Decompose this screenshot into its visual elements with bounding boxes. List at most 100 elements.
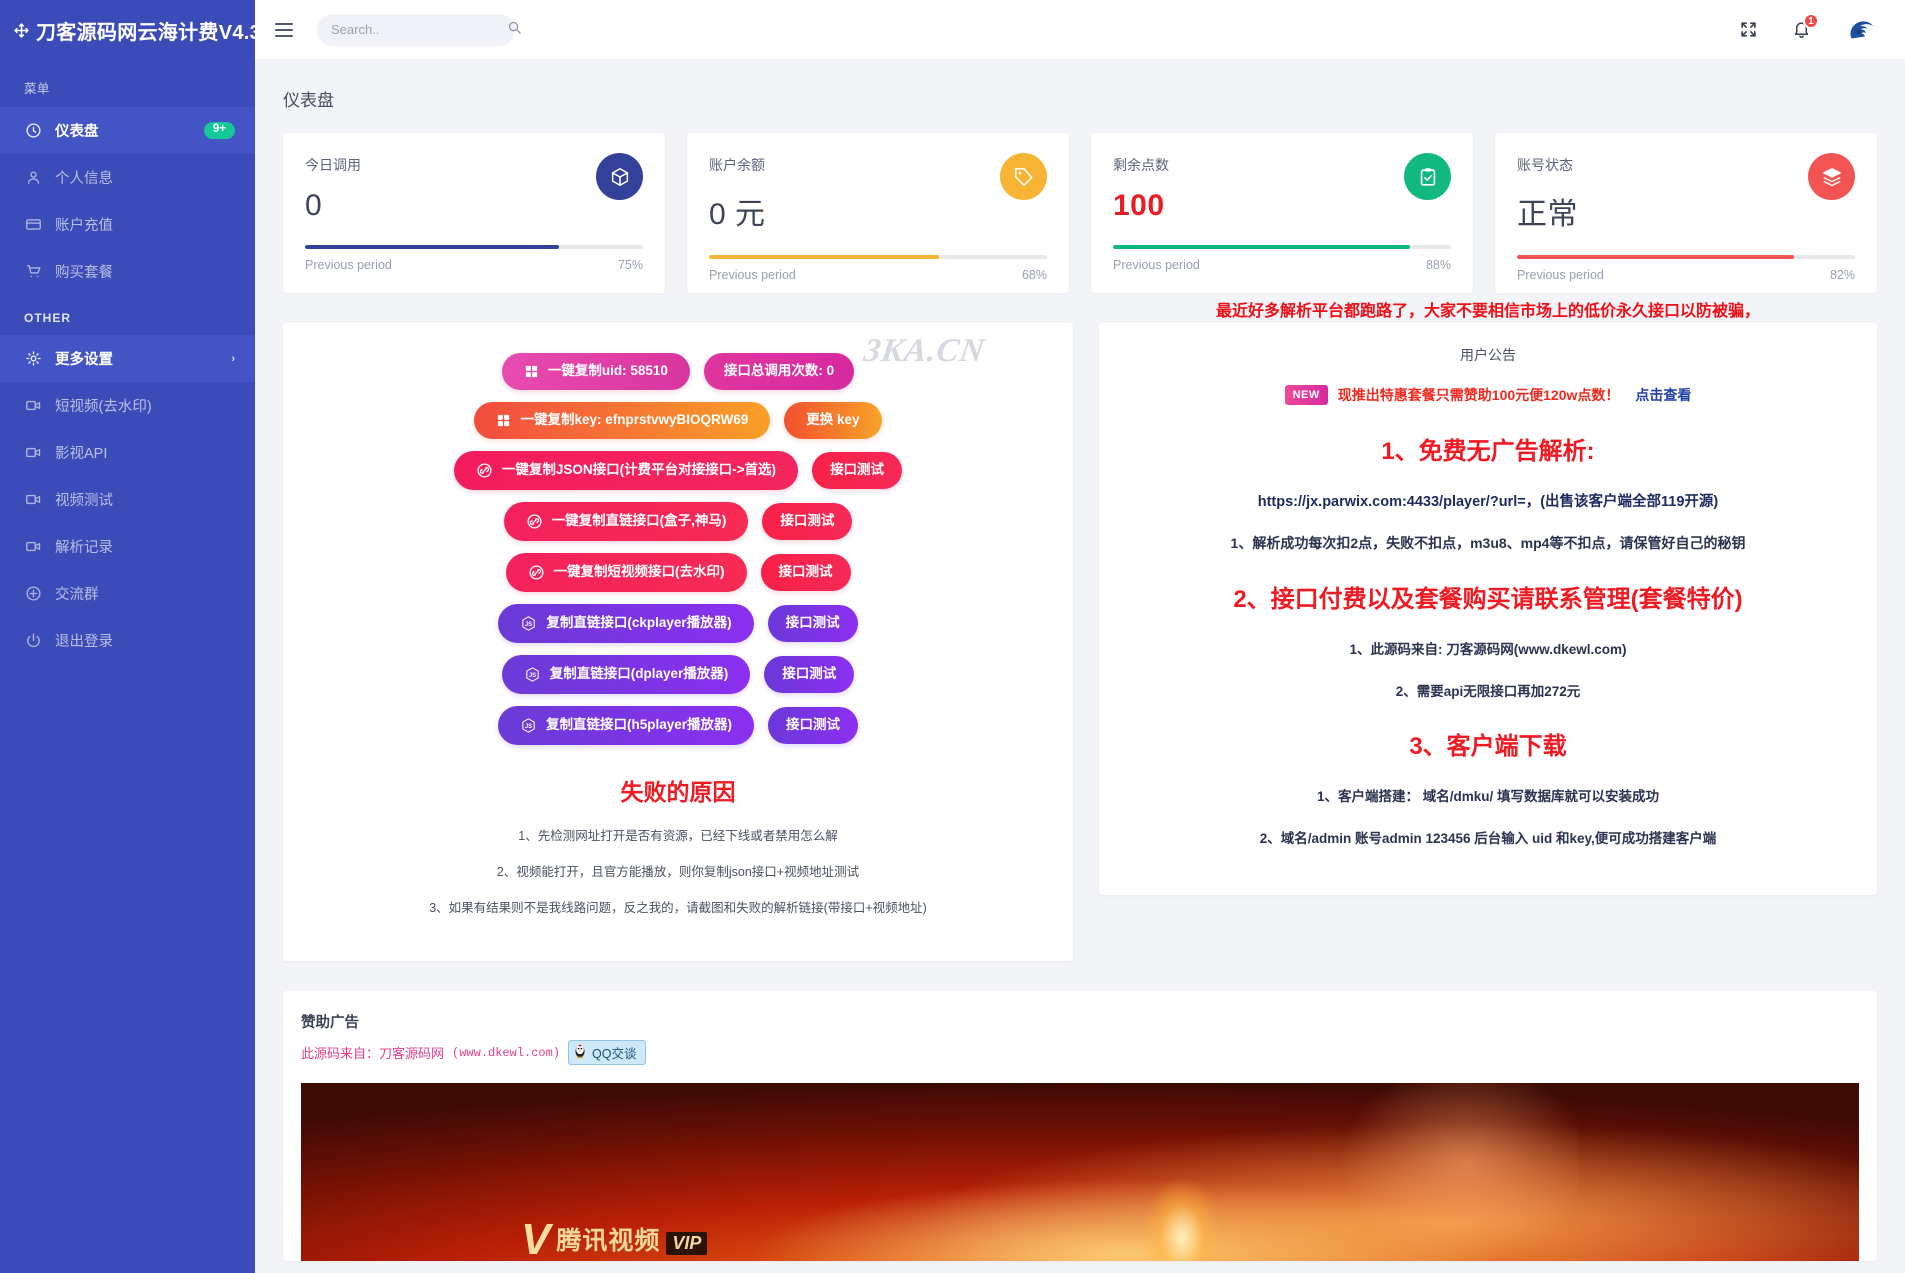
sidebar-section-other: OTHER [24, 311, 71, 325]
sidebar-item-profile[interactable]: 个人信息 [0, 154, 255, 201]
stat-card-account-status: 账号状态 正常 Previous period 82% [1495, 133, 1877, 293]
qq-chat-button[interactable]: QQ交谈 [568, 1040, 646, 1065]
progress-track [1517, 255, 1855, 259]
sidebar-item-logout[interactable]: 退出登录 [0, 617, 255, 664]
card-icon [24, 216, 42, 234]
button-label: 复制直链接口(dplayer播放器) [549, 666, 729, 682]
sidebar-item-more-settings[interactable]: 更多设置 › [0, 335, 255, 382]
stat-value: 100 [1113, 189, 1165, 222]
stat-title: 账号状态 [1517, 157, 1573, 173]
progress-label-right: 68% [1021, 268, 1047, 282]
video-icon [24, 397, 42, 415]
fullscreen-icon[interactable] [1739, 20, 1758, 39]
sidebar-item-dashboard[interactable]: 仪表盘 9+ [0, 107, 255, 154]
progress-track [1113, 245, 1451, 249]
ad-banner-face [1278, 1083, 1579, 1261]
link-icon [528, 564, 545, 581]
api-test-button[interactable]: 接口测试 [760, 554, 851, 591]
sidebar-item-movie-api[interactable]: 影视API [0, 429, 255, 476]
sidebar-item-parse-records[interactable]: 解析记录 [0, 523, 255, 570]
plus-circle-icon [24, 585, 42, 603]
copy-h5player-link-button[interactable]: JS 复制直链接口(h5player播放器) [497, 706, 755, 745]
total-calls-button[interactable]: 接口总调用次数: 0 [703, 353, 855, 390]
js-icon: JS [520, 615, 537, 632]
button-label: 一键复制直链接口(盒子,神马) [551, 513, 727, 529]
sidebar: 刀客源码网云海计费V4.3 菜单 仪表盘 9+ 个人信息 账户充值 购买套餐 O… [0, 0, 255, 1273]
sidebar-item-label: 退出登录 [55, 634, 113, 650]
copy-uid-button[interactable]: 一键复制uid: 58510 [501, 353, 690, 390]
search-icon[interactable] [507, 20, 522, 40]
announcement-h1: 1、免费无广告解析: [1381, 438, 1595, 465]
bell-icon[interactable]: 1 [1792, 13, 1819, 39]
announcement-text: 1、解析成功每次扣2点，失败不扣点，m3u8、mp4等不扣点，请保管好自己的秘钥 [1230, 535, 1746, 551]
copy-dplayer-link-button[interactable]: JS 复制直链接口(dplayer播放器) [501, 655, 751, 694]
video-icon [24, 491, 42, 509]
tool-row: 一键复制uid: 58510 接口总调用次数: 0 [303, 353, 1053, 390]
sidebar-item-label: 更多设置 [55, 352, 113, 368]
js-icon: JS [520, 717, 537, 734]
sidebar-item-recharge[interactable]: 账户充值 [0, 201, 255, 248]
promo-row: NEW 现推出特惠套餐只需赞助100元便120w点数！ 点击查看 [1099, 385, 1877, 405]
promo-link[interactable]: 点击查看 [1635, 385, 1691, 405]
sidebar-item-short-video[interactable]: 短视频(去水印) [0, 382, 255, 429]
api-test-button[interactable]: 接口测试 [762, 503, 853, 540]
copy-direct-link-button[interactable]: 一键复制直链接口(盒子,神马) [503, 502, 749, 541]
page-title: 仪表盘 [283, 91, 334, 110]
sidebar-item-label: 个人信息 [55, 171, 113, 187]
ad-source-text: 此源码来自：刀客源码网 [301, 1046, 445, 1061]
move-icon [12, 21, 31, 40]
announcement-h1: 2、接口付费以及套餐购买请联系管理(套餐特价) [1233, 586, 1743, 613]
ad-title: 赞助广告 [301, 1015, 359, 1031]
hamburger-icon[interactable] [273, 15, 295, 45]
announcement-heading: 用户公告 [1460, 347, 1516, 363]
button-label: 接口总调用次数: 0 [723, 363, 835, 379]
button-label: 更换 key [806, 412, 860, 428]
copy-ckplayer-link-button[interactable]: JS 复制直链接口(ckplayer播放器) [498, 604, 754, 643]
progress-label-right: 88% [1425, 258, 1451, 272]
search-box[interactable] [317, 13, 521, 46]
button-label: 接口测试 [780, 513, 835, 529]
power-icon [24, 632, 42, 650]
api-test-button[interactable]: 接口测试 [812, 452, 903, 489]
ad-banner-flame [1126, 1141, 1237, 1261]
bell-badge: 1 [1803, 13, 1819, 29]
announcement-url[interactable]: https://jx.parwix.com:4433/player/?url=，… [1099, 490, 1877, 511]
api-test-button[interactable]: 接口测试 [767, 605, 858, 642]
cart-icon [24, 263, 42, 281]
stat-title: 剩余点数 [1113, 157, 1169, 173]
sidebar-item-group[interactable]: 交流群 [0, 570, 255, 617]
sidebar-item-video-test[interactable]: 视频测试 [0, 476, 255, 523]
copy-key-button[interactable]: 一键复制key: efnprstvwyBIOQRW69 [474, 402, 771, 439]
ad-banner[interactable]: V 腾讯视频 VIP [301, 1083, 1859, 1261]
button-label: 复制直链接口(h5player播放器) [545, 717, 733, 733]
stat-title: 今日调用 [305, 157, 361, 173]
sidebar-item-label: 视频测试 [55, 493, 113, 509]
stat-card-today-calls: 今日调用 0 Previous period 75% [283, 133, 665, 293]
user-avatar-logo[interactable] [1845, 14, 1877, 46]
ad-brand-text: 腾讯视频 [556, 1227, 661, 1255]
topbar-actions: 1 [1739, 13, 1877, 46]
svg-text:JS: JS [529, 673, 536, 679]
announcement-h1: 3、客户端下载 [1409, 733, 1567, 760]
sidebar-item-label: 仪表盘 [55, 124, 99, 140]
search-input[interactable] [331, 22, 507, 37]
sidebar-item-buy-package[interactable]: 购买套餐 [0, 248, 255, 295]
tool-row: JS 复制直链接口(ckplayer播放器) 接口测试 [303, 604, 1053, 643]
copy-json-api-button[interactable]: 一键复制JSON接口(计费平台对接接口->首选) [453, 451, 799, 490]
cube-icon [596, 153, 643, 200]
progress-footer: Previous period 82% [1517, 268, 1855, 282]
failure-reasons-title: 失败的原因 [620, 779, 736, 805]
copy-short-video-api-button[interactable]: 一键复制短视频接口(去水印) [505, 553, 747, 592]
ad-source-url[interactable]: (www.dkewl.com) [452, 1046, 560, 1060]
progress-footer: Previous period 68% [709, 268, 1047, 282]
link-icon [526, 513, 543, 530]
tencent-video-vip-logo: V 腾讯视频 VIP [521, 1217, 708, 1261]
progress-fill [1517, 255, 1795, 259]
link-icon [476, 462, 493, 479]
stat-title: 账户余额 [709, 157, 765, 173]
brand[interactable]: 刀客源码网云海计费V4.3 [0, 0, 255, 60]
change-key-button[interactable]: 更换 key [784, 402, 882, 439]
api-test-button[interactable]: 接口测试 [764, 656, 855, 693]
api-test-button[interactable]: 接口测试 [768, 707, 859, 744]
button-label: 一键复制key: efnprstvwyBIOQRW69 [520, 412, 749, 428]
